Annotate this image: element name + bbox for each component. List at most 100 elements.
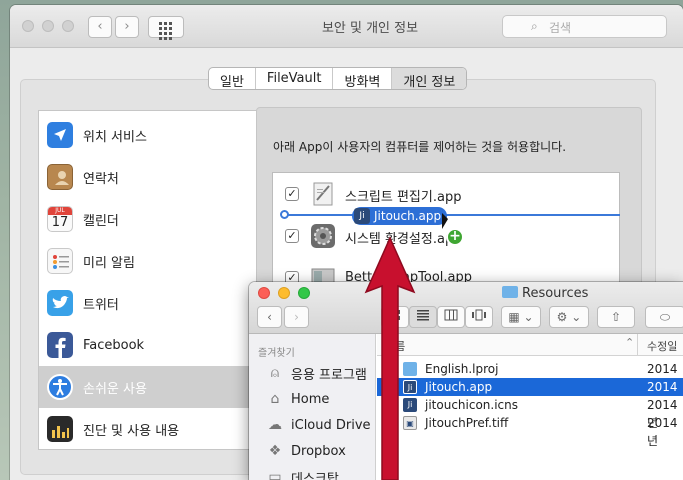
back-button[interactable]: ‹ [88, 16, 112, 38]
category-label: 손쉬운 사용 [83, 381, 147, 397]
drop-insertion-marker [280, 210, 289, 219]
accessibility-person-icon [47, 374, 73, 400]
minimize-window-button[interactable] [42, 20, 54, 32]
finder-title-text: Resources [522, 286, 589, 301]
category-label: 캘린더 [83, 213, 119, 229]
app-row[interactable]: ✓ 스크립트 편집기.app [273, 173, 619, 215]
sidebar-item-applications[interactable]: ⍝ 응용 프로그램 [267, 362, 367, 384]
file-name: Jitouch.app [425, 380, 493, 394]
window-title: 보안 및 개인 정보 [321, 21, 419, 36]
view-coverflow-button[interactable] [465, 306, 493, 328]
panel-description: 아래 App이 사용자의 컴퓨터를 제어하는 것을 허용합니다. [273, 140, 567, 154]
view-columns-button[interactable] [437, 306, 465, 328]
category-label: Facebook [83, 337, 145, 353]
tab-general[interactable]: 일반 [209, 68, 256, 89]
tab-filevault[interactable]: FileVault [256, 68, 334, 89]
share-button[interactable]: ⇧ [597, 306, 635, 328]
category-calendar[interactable]: JUL 17 캘린더 [39, 198, 267, 240]
favorites-header: 즐겨찾기 [258, 348, 295, 359]
file-date: 2014년 [647, 416, 678, 448]
show-all-grid-button[interactable] [148, 16, 184, 40]
home-icon: ⌂ [270, 391, 280, 407]
category-location-services[interactable]: 위치 서비스 [39, 114, 267, 156]
calendar-icon: JUL 17 [47, 206, 73, 232]
tab-firewall[interactable]: 방화벽 [333, 68, 393, 89]
diagnostics-chart-icon [47, 416, 73, 442]
title-bar: ‹ › 보안 및 개인 정보 ⌕ 검색 [10, 5, 683, 48]
sidebar-item-label: Home [291, 391, 330, 407]
finder-zoom-button[interactable] [298, 287, 310, 299]
category-label: 미리 알림 [83, 255, 135, 271]
app-checkbox[interactable]: ✓ [285, 229, 299, 243]
finder-window: Resources ‹ › ▦ ⌄ ⚙ ⌄ ⇧ ⬭ 즐겨찾기 ⍝ 응용 프로그램… [249, 282, 683, 480]
finder-file-list: 이름 ⌃ 수정일 ▶ English.lproj 2014년 Ji Jitouc… [377, 334, 683, 480]
sidebar-item-label: iCloud Drive [291, 417, 371, 433]
category-facebook[interactable]: Facebook [39, 324, 267, 366]
file-row-selected[interactable]: Ji Jitouch.app 2014년 [377, 378, 683, 412]
file-row[interactable]: ▶ English.lproj 2014년 [377, 360, 683, 394]
location-arrow-icon [47, 122, 73, 148]
dragged-item: Ji Jitouch.app [352, 207, 448, 225]
category-contacts[interactable]: 연락처 [39, 156, 267, 198]
file-name: jitouchicon.icns [425, 398, 519, 412]
jitouch-app-icon: Ji [354, 208, 370, 224]
finder-sidebar: 즐겨찾기 ⍝ 응용 프로그램 ⌂ Home ☁ iCloud Drive ❖ D… [249, 334, 376, 480]
date-column-header[interactable]: 수정일 [647, 338, 677, 354]
mouse-pointer-icon [442, 213, 448, 229]
app-checkbox[interactable]: ✓ [285, 187, 299, 201]
category-accessibility[interactable]: 손쉬운 사용 [39, 366, 267, 408]
facebook-f-icon [47, 332, 73, 358]
file-name: JitouchPref.tiff [425, 416, 509, 430]
tab-privacy[interactable]: 개인 정보 [392, 68, 467, 89]
sidebar-item-label: 데스크탑 [291, 471, 339, 480]
script-editor-app-icon [309, 180, 337, 208]
category-twitter[interactable]: 트위터 [39, 282, 267, 324]
category-label: 연락처 [83, 171, 119, 187]
desktop-icon: ▭ [268, 469, 282, 480]
finder-title-bar: Resources ‹ › ▦ ⌄ ⚙ ⌄ ⇧ ⬭ [249, 282, 683, 334]
sort-chevron-icon: ⌃ [625, 336, 635, 349]
dragged-item-label: Jitouch.app [374, 209, 442, 223]
drop-insertion-line [282, 214, 620, 216]
category-reminders[interactable]: 미리 알림 [39, 240, 267, 282]
zoom-window-button[interactable] [62, 20, 74, 32]
sidebar-item-icloud-drive[interactable]: ☁ iCloud Drive [267, 414, 371, 436]
category-label: 진단 및 사용 내용 [83, 423, 180, 439]
action-gear-button[interactable]: ⚙ ⌄ [549, 306, 589, 328]
dropbox-icon: ❖ [268, 443, 282, 459]
sidebar-item-label: Dropbox [291, 443, 346, 459]
finder-title: Resources [502, 286, 588, 301]
copy-plus-badge-icon: + [446, 228, 464, 246]
finder-close-button[interactable] [258, 287, 270, 299]
finder-minimize-button[interactable] [278, 287, 290, 299]
cloud-icon: ☁ [268, 417, 282, 433]
file-row[interactable]: Ji jitouchicon.icns 2014년 [377, 396, 683, 430]
finder-back-button[interactable]: ‹ [257, 306, 282, 328]
category-diagnostics[interactable]: 진단 및 사용 내용 [39, 408, 267, 450]
sidebar-item-desktop[interactable]: ▭ 데스크탑 [267, 466, 339, 480]
forward-button[interactable]: › [115, 16, 139, 38]
search-field[interactable]: ⌕ 검색 [502, 15, 667, 38]
close-window-button[interactable] [22, 20, 34, 32]
system-preferences-gear-icon [309, 222, 337, 250]
applications-icon: ⍝ [270, 365, 280, 381]
folder-icon [502, 286, 518, 298]
search-icon: ⌕ [531, 19, 538, 33]
app-name: 스크립트 편집기.app [345, 190, 462, 205]
tags-button[interactable]: ⬭ [645, 306, 683, 328]
sidebar-item-label: 응용 프로그램 [291, 367, 367, 383]
privacy-category-list: 위치 서비스 연락처 JUL 17 캘린더 미리 알림 트위터 Facebook [38, 110, 268, 450]
file-list-header: 이름 ⌃ 수정일 [377, 334, 683, 356]
arrange-menu-button[interactable]: ▦ ⌄ [501, 306, 541, 328]
reminders-list-icon [47, 248, 73, 274]
finder-forward-button[interactable]: › [284, 306, 309, 328]
category-label: 트위터 [83, 297, 119, 313]
category-label: 위치 서비스 [83, 129, 147, 145]
search-placeholder: 검색 [549, 21, 572, 35]
sidebar-item-dropbox[interactable]: ❖ Dropbox [267, 440, 346, 462]
file-name: English.lproj [425, 362, 499, 376]
tab-bar: 일반 FileVault 방화벽 개인 정보 [208, 67, 468, 90]
sidebar-item-home[interactable]: ⌂ Home [267, 388, 330, 410]
file-row[interactable]: ▣ JitouchPref.tiff 2014년 [377, 414, 683, 448]
contacts-book-icon [47, 164, 73, 190]
